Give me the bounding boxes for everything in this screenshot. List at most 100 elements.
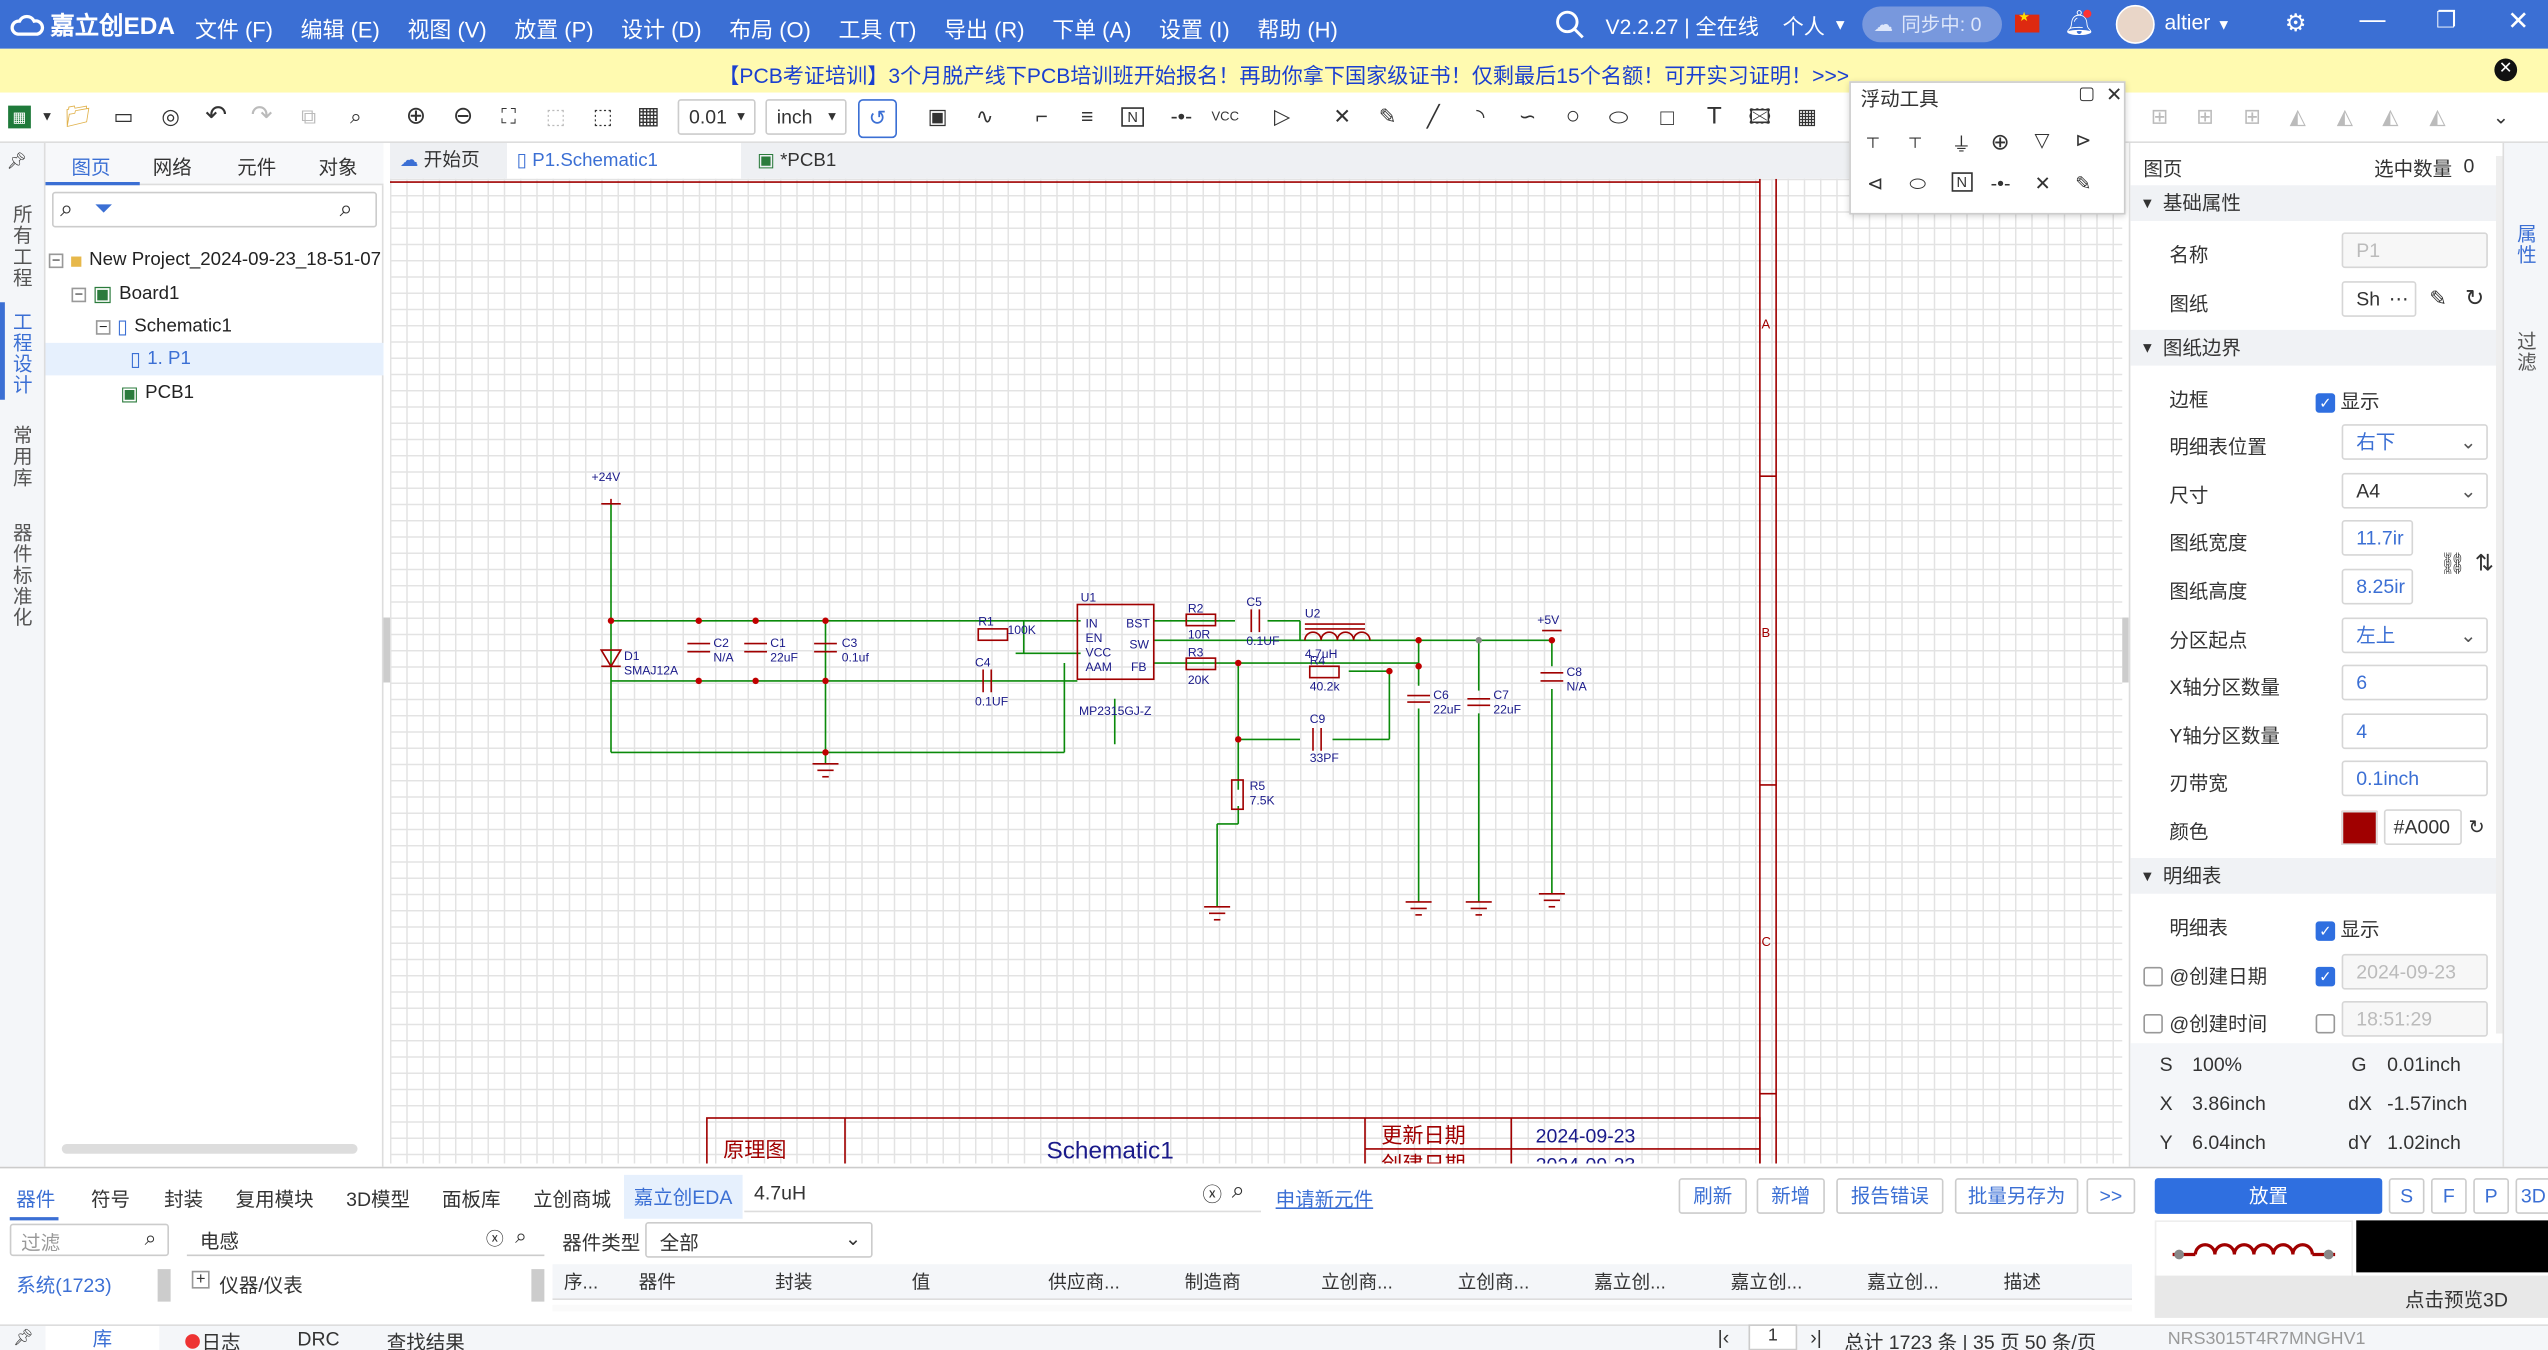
edit-icon[interactable]: ✎ (2429, 286, 2447, 312)
menu-tools[interactable]: 工具 (T) (839, 11, 917, 44)
per-page-select[interactable]: 50 条/页 (2025, 1328, 2097, 1350)
vtab-common-lib[interactable]: 常用库 (10, 425, 36, 489)
preview-3d-area[interactable]: 点击预览3D (2154, 1275, 2548, 1318)
flip-h-icon[interactable]: ◭ (2330, 102, 2359, 131)
pcb-view-button[interactable]: P (2473, 1178, 2509, 1214)
collapse-icon[interactable]: − (95, 319, 111, 334)
menu-export[interactable]: 导出 (R) (944, 11, 1024, 44)
more-button[interactable]: >> (2086, 1178, 2136, 1214)
rectangle-icon[interactable]: □ (1653, 102, 1682, 131)
tab-panel-lib[interactable]: 面板库 (442, 1185, 501, 1213)
height-input[interactable]: 8.25ir (2341, 568, 2414, 605)
tab-reuse-modules[interactable]: 复用模块 (236, 1185, 314, 1213)
collapse-icon[interactable]: − (71, 286, 87, 302)
bidir-port-icon[interactable]: ⬭ (1909, 172, 1926, 196)
chevron-down-icon[interactable]: ▼ (1833, 16, 1847, 32)
col-lcsc-1[interactable]: 立创商... (1321, 1268, 1393, 1301)
save-all-icon[interactable]: ◎ (156, 102, 185, 131)
category-input[interactable]: 电感 ⓧ ⌕ (186, 1224, 545, 1257)
tab-components[interactable]: 元件 (237, 153, 276, 181)
apply-new-part-link[interactable]: 申请新元件 (1276, 1185, 1374, 1213)
col-index[interactable]: 序... (564, 1268, 598, 1301)
line-icon[interactable]: ╱ (1419, 102, 1448, 131)
grid-icon[interactable]: ▦ (634, 102, 663, 131)
wire-mode-icon[interactable]: ↺ (858, 99, 897, 139)
category-scrollbar[interactable] (531, 1269, 545, 1302)
tab-jlc-eda[interactable]: 嘉立创EDA (624, 1174, 743, 1219)
clear-category-icon[interactable]: ⓧ (486, 1225, 504, 1251)
menu-layout[interactable]: 布局 (O) (729, 11, 811, 44)
new-dropdown-icon[interactable]: ▼ (33, 102, 62, 131)
promo-link[interactable]: 【PCB考证培训】3个月脱产线下PCB培训班开始报名！再助你拿下国家级证书！仅剩… (718, 59, 1849, 90)
probe-icon[interactable]: ✎ (1373, 102, 1402, 131)
3d-view-button[interactable]: 3D (2515, 1178, 2548, 1214)
schematic-canvas[interactable]: A B C 原理图 Schematic1 更新日期 2024-09-23 创建日… (390, 178, 2123, 1164)
account-mode[interactable]: 个人 (1783, 10, 1825, 41)
zoom-out-icon[interactable]: ⊖ (449, 102, 478, 131)
table-pos-select[interactable]: 右下 ⌄ (2341, 424, 2488, 460)
cdate-value[interactable]: 2024-09-23 (2341, 953, 2488, 990)
tab-pages[interactable]: 图页 (72, 153, 111, 181)
redo-icon[interactable]: ↷ (247, 102, 276, 131)
circle-icon[interactable]: ○ (1558, 102, 1587, 131)
edge-input[interactable]: 0.1inch (2341, 760, 2488, 797)
undo-icon[interactable]: ↶ (202, 102, 231, 131)
prev-page-icon[interactable]: |‹ (1718, 1326, 1730, 1349)
no-connect-icon[interactable]: ✕ (1328, 102, 1357, 131)
grid-size-select[interactable]: 0.01 ▼ (677, 99, 756, 135)
vtab-properties[interactable]: 属性 (2514, 223, 2540, 266)
place-button[interactable]: 放置 (2154, 1178, 2383, 1214)
table-icon[interactable]: ▦ (1792, 102, 1821, 131)
menu-view[interactable]: 视图 (V) (407, 11, 486, 44)
menu-edit[interactable]: 编辑 (E) (301, 11, 380, 44)
tab-3d-models[interactable]: 3D模型 (346, 1185, 410, 1213)
vtab-standardization[interactable]: 器件标准化 (10, 522, 36, 629)
gear-icon[interactable]: ⚙ (2285, 8, 2307, 38)
ground-icon[interactable]: ⏚ (1952, 130, 1972, 158)
pin-icon[interactable]: 📌︎ (13, 1329, 34, 1347)
new-project-icon[interactable]: ▦ (8, 105, 31, 129)
search-icon[interactable]: ⌕ (1232, 1177, 1245, 1205)
zone-start-select[interactable]: 左上 ⌄ (2341, 617, 2488, 654)
report-error-button[interactable]: 报告错误 (1836, 1178, 1944, 1214)
maximize-icon[interactable]: ▢ (2078, 83, 2095, 105)
input-port-icon[interactable]: ⊲ (1867, 172, 1883, 195)
tree-search-input[interactable]: ⌕ ⏷ ⌕ (52, 191, 377, 228)
ctime-value[interactable]: 18:51:29 (2341, 1001, 2488, 1037)
x-zones-input[interactable]: 6 (2341, 664, 2488, 701)
vcc-icon[interactable]: VCC (1211, 102, 1240, 131)
probe-icon[interactable]: ✎ (2075, 172, 2091, 195)
collapse-icon[interactable]: − (48, 252, 64, 268)
refresh-icon[interactable]: ↻ (2465, 284, 2484, 312)
tab-symbols[interactable]: 符号 (91, 1185, 130, 1213)
port-icon[interactable]: ▷ (1268, 102, 1297, 131)
lib-list-scrollbar[interactable] (157, 1269, 171, 1302)
tab-devices[interactable]: 器件 (16, 1185, 55, 1213)
copy-icon[interactable]: ⧉ (294, 102, 323, 131)
menu-file[interactable]: 文件 (F) (195, 11, 273, 44)
tree-page-p1[interactable]: ▯ 1. P1 (45, 342, 384, 376)
status-tab-log[interactable]: 日志 (202, 1328, 241, 1350)
ctime-show-checkbox[interactable] (2315, 1011, 2336, 1034)
flip-v-icon[interactable]: ◭ (2376, 102, 2405, 131)
left-splitter[interactable] (383, 617, 390, 683)
image-icon[interactable]: 🖾 (1745, 102, 1774, 131)
tree-hscrollbar[interactable] (61, 1144, 358, 1154)
china-flag-icon[interactable]: ★ (2015, 10, 2040, 33)
schematic-drawing[interactable]: A B C 原理图 Schematic1 更新日期 2024-09-23 创建日… (390, 178, 2122, 1164)
output-port-icon[interactable]: ⊳ (2075, 128, 2091, 151)
avatar[interactable] (2115, 4, 2155, 44)
menu-place[interactable]: 放置 (P) (514, 11, 593, 44)
toolbar-more-icon[interactable]: ⌄ (2486, 102, 2515, 131)
col-description[interactable]: 描述 (2004, 1268, 2041, 1301)
col-jlc-1[interactable]: 嘉立创... (1594, 1268, 1666, 1301)
folder-open-icon[interactable]: 📁︎ (63, 102, 92, 131)
status-tab-find[interactable]: 查找结果 (387, 1328, 465, 1350)
junction-icon[interactable]: -•- (1991, 172, 2011, 195)
color-input[interactable]: #A000 (2383, 809, 2462, 845)
net-label-icon[interactable]: N (1121, 107, 1144, 127)
fit-view-icon[interactable]: ⛶ (494, 102, 523, 131)
system-lib-item[interactable]: 系统(1723) (10, 1266, 156, 1299)
plus5v-icon[interactable]: ┬ (1909, 130, 1921, 148)
color-swatch[interactable] (2341, 810, 2378, 845)
